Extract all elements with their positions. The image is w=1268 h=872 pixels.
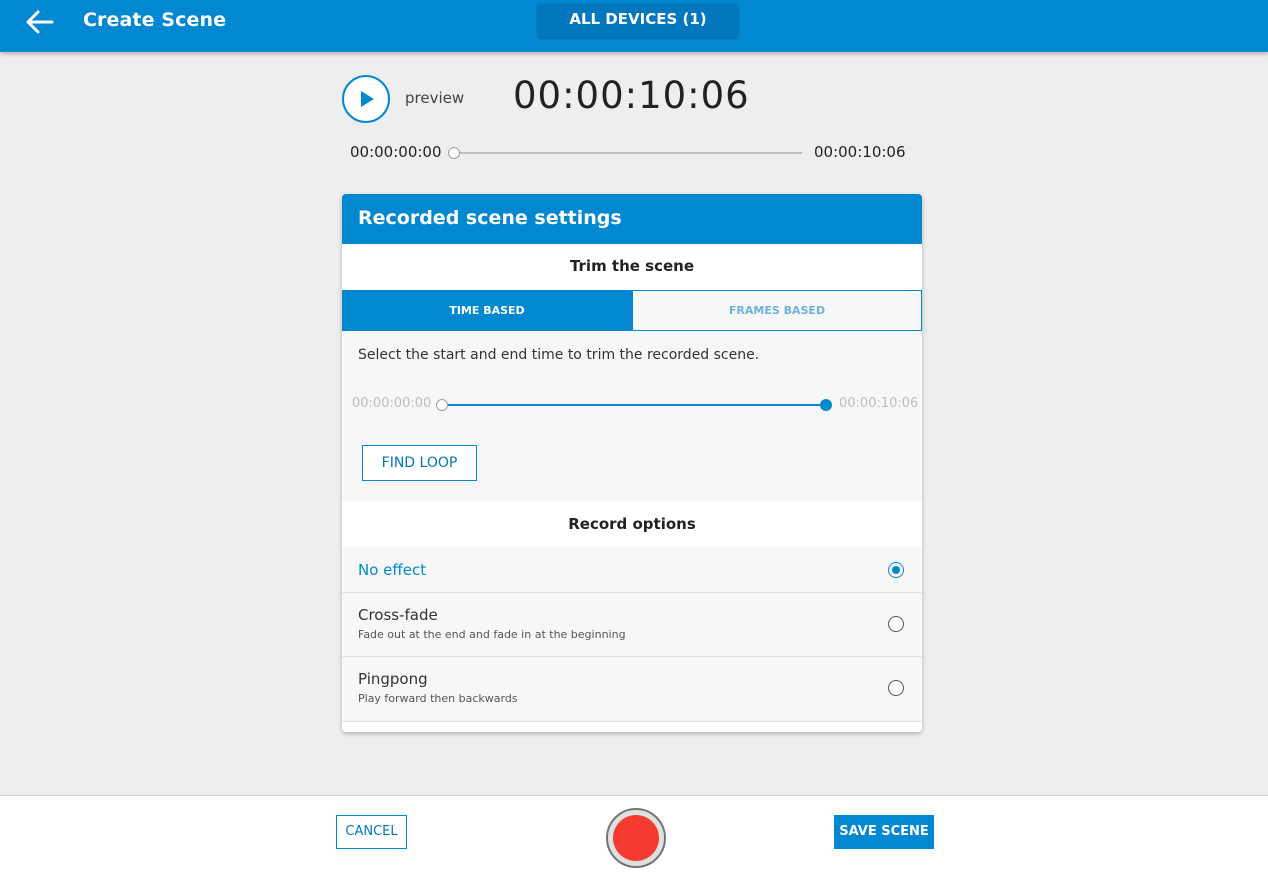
- card-title: Recorded scene settings: [358, 207, 622, 229]
- arrow-left-icon: [26, 10, 54, 34]
- preview-timeline-thumb[interactable]: [448, 147, 460, 159]
- preview-label: preview: [405, 89, 465, 107]
- tab-frames-based[interactable]: FRAMES BASED: [632, 290, 922, 331]
- option-label: Pingpong: [358, 670, 428, 688]
- preview-play-button[interactable]: [342, 75, 390, 123]
- trim-panel: Select the start and end time to trim th…: [342, 331, 922, 501]
- option-no-effect[interactable]: No effect: [342, 546, 922, 593]
- option-label: No effect: [358, 561, 427, 579]
- trim-description: Select the start and end time to trim th…: [358, 347, 760, 363]
- option-description: Fade out at the end and fade in at the b…: [358, 628, 626, 641]
- preview-timeline-track[interactable]: [454, 152, 802, 154]
- trim-start-time: 00:00:00:00: [352, 396, 432, 411]
- tab-time-based[interactable]: TIME BASED: [342, 290, 632, 331]
- timeline-end-time: 00:00:10:06: [814, 143, 906, 161]
- option-description: Play forward then backwards: [358, 692, 518, 705]
- page-title: Create Scene: [83, 9, 227, 31]
- record-icon: [613, 815, 659, 861]
- all-devices-button[interactable]: ALL DEVICES (1): [538, 4, 738, 37]
- footer-bar: CANCEL SAVE SCENE: [0, 795, 1268, 872]
- trim-range-track[interactable]: [442, 404, 826, 406]
- trim-end-thumb[interactable]: [820, 399, 832, 411]
- card-header: Recorded scene settings: [342, 194, 922, 244]
- find-loop-button[interactable]: FIND LOOP: [362, 445, 477, 481]
- recorded-scene-settings-card: Recorded scene settings Trim the scene T…: [342, 194, 922, 732]
- trim-start-thumb[interactable]: [436, 399, 448, 411]
- option-cross-fade[interactable]: Cross-fade Fade out at the end and fade …: [342, 593, 922, 657]
- option-pingpong[interactable]: Pingpong Play forward then backwards: [342, 657, 922, 722]
- timeline-start-time: 00:00:00:00: [350, 143, 442, 161]
- trim-section-title: Trim the scene: [569, 257, 695, 275]
- option-label: Cross-fade: [358, 606, 438, 624]
- radio-cross-fade[interactable]: [888, 616, 904, 632]
- record-options-title: Record options: [568, 515, 696, 533]
- radio-pingpong[interactable]: [888, 680, 904, 696]
- play-icon: [361, 91, 374, 107]
- record-button[interactable]: [606, 808, 666, 868]
- trim-end-time: 00:00:10:06: [839, 396, 919, 411]
- top-app-bar: Create Scene ALL DEVICES (1): [0, 0, 1268, 52]
- radio-no-effect[interactable]: [888, 562, 904, 578]
- save-scene-button[interactable]: SAVE SCENE: [834, 815, 934, 849]
- cancel-button[interactable]: CANCEL: [336, 815, 407, 849]
- current-timecode: 00:00:10:06: [513, 74, 750, 117]
- back-button[interactable]: [22, 8, 58, 36]
